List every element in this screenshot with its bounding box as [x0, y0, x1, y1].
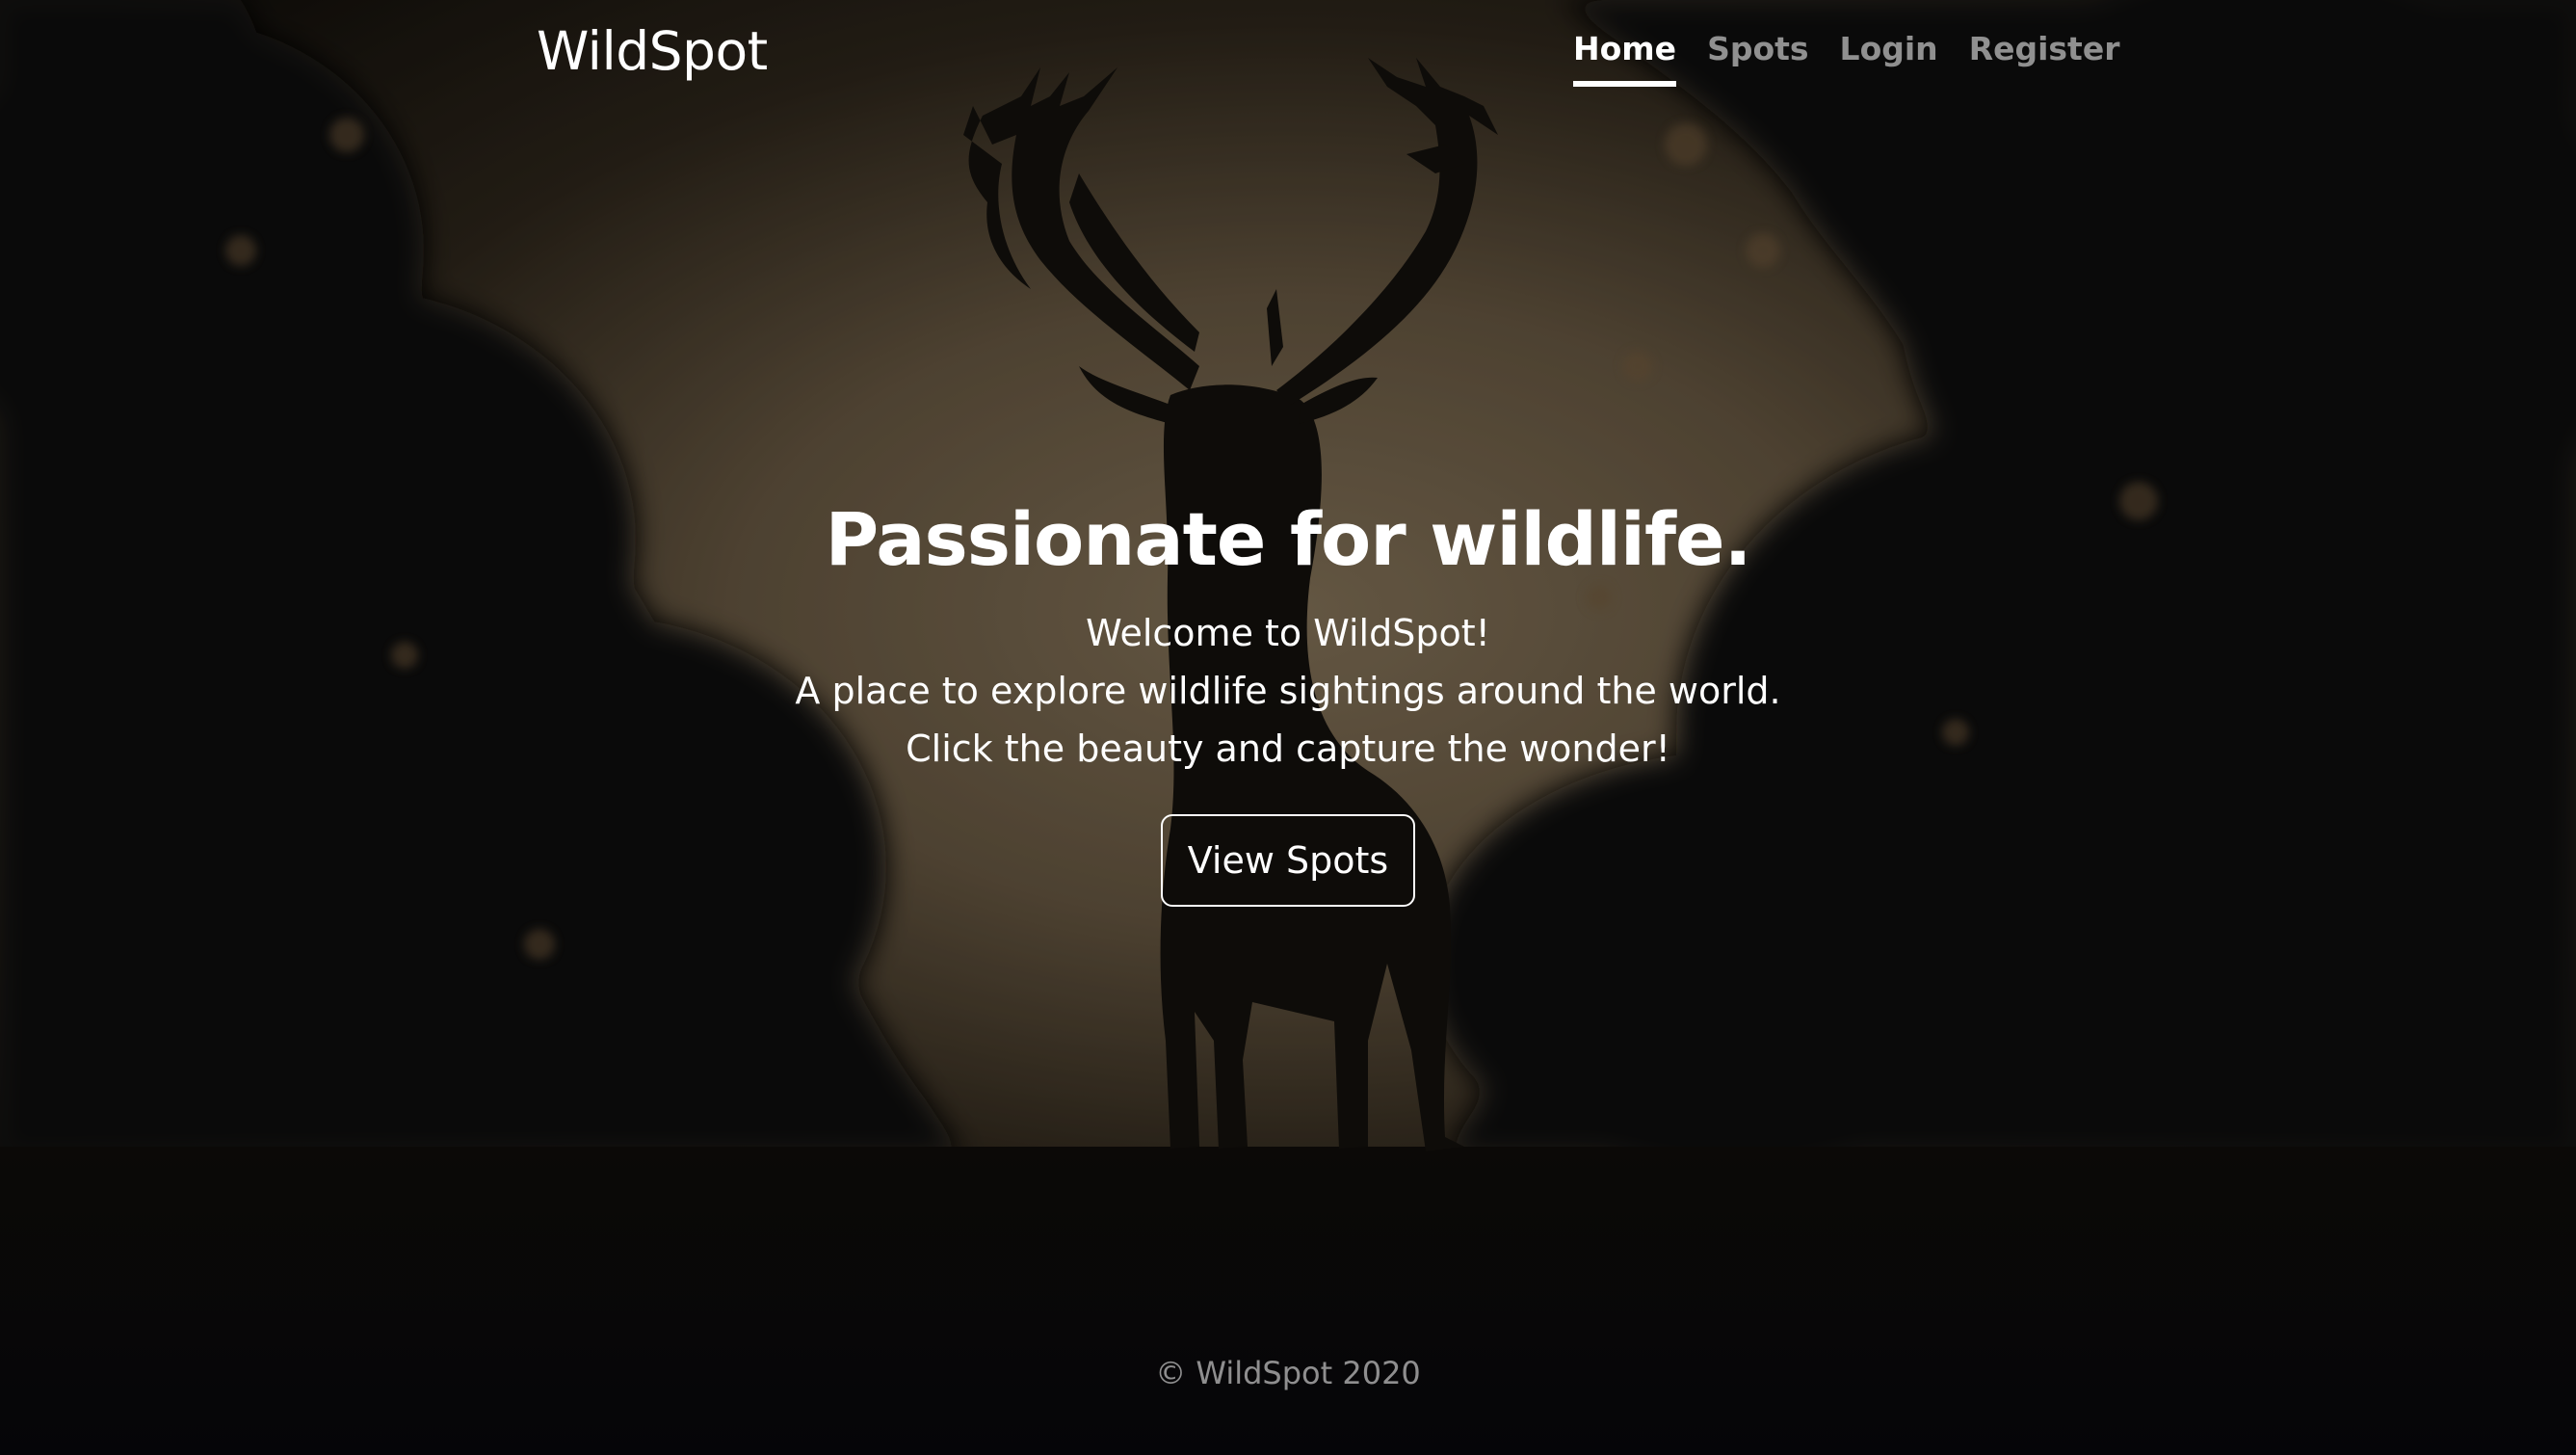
footer-copyright: © WildSpot 2020 — [1155, 1355, 1421, 1391]
hero-line-explore: A place to explore wildlife sightings ar… — [795, 670, 1781, 712]
nav-home-link[interactable]: Home — [1573, 27, 1677, 87]
hero-line-capture: Click the beauty and capture the wonder! — [906, 728, 1670, 770]
hero-description: Welcome to WildSpot! A place to explore … — [0, 604, 2576, 778]
hero-section: Passionate for wildlife. Welcome to Wild… — [0, 496, 2576, 907]
landing-page: WildSpot Home Spots Login Register Passi… — [0, 0, 2576, 1455]
nav-spots-link[interactable]: Spots — [1707, 27, 1808, 87]
nav-register-link[interactable]: Register — [1969, 27, 2120, 87]
hero-cta-wrap: View Spots — [0, 814, 2576, 907]
nav-login-link[interactable]: Login — [1840, 27, 1938, 87]
hero-line-welcome: Welcome to WildSpot! — [1086, 612, 1490, 654]
hero-title: Passionate for wildlife. — [825, 496, 1752, 582]
main-nav: Home Spots Login Register — [1573, 27, 2120, 87]
view-spots-button[interactable]: View Spots — [1161, 814, 1415, 907]
brand-logo[interactable]: WildSpot — [537, 19, 768, 83]
